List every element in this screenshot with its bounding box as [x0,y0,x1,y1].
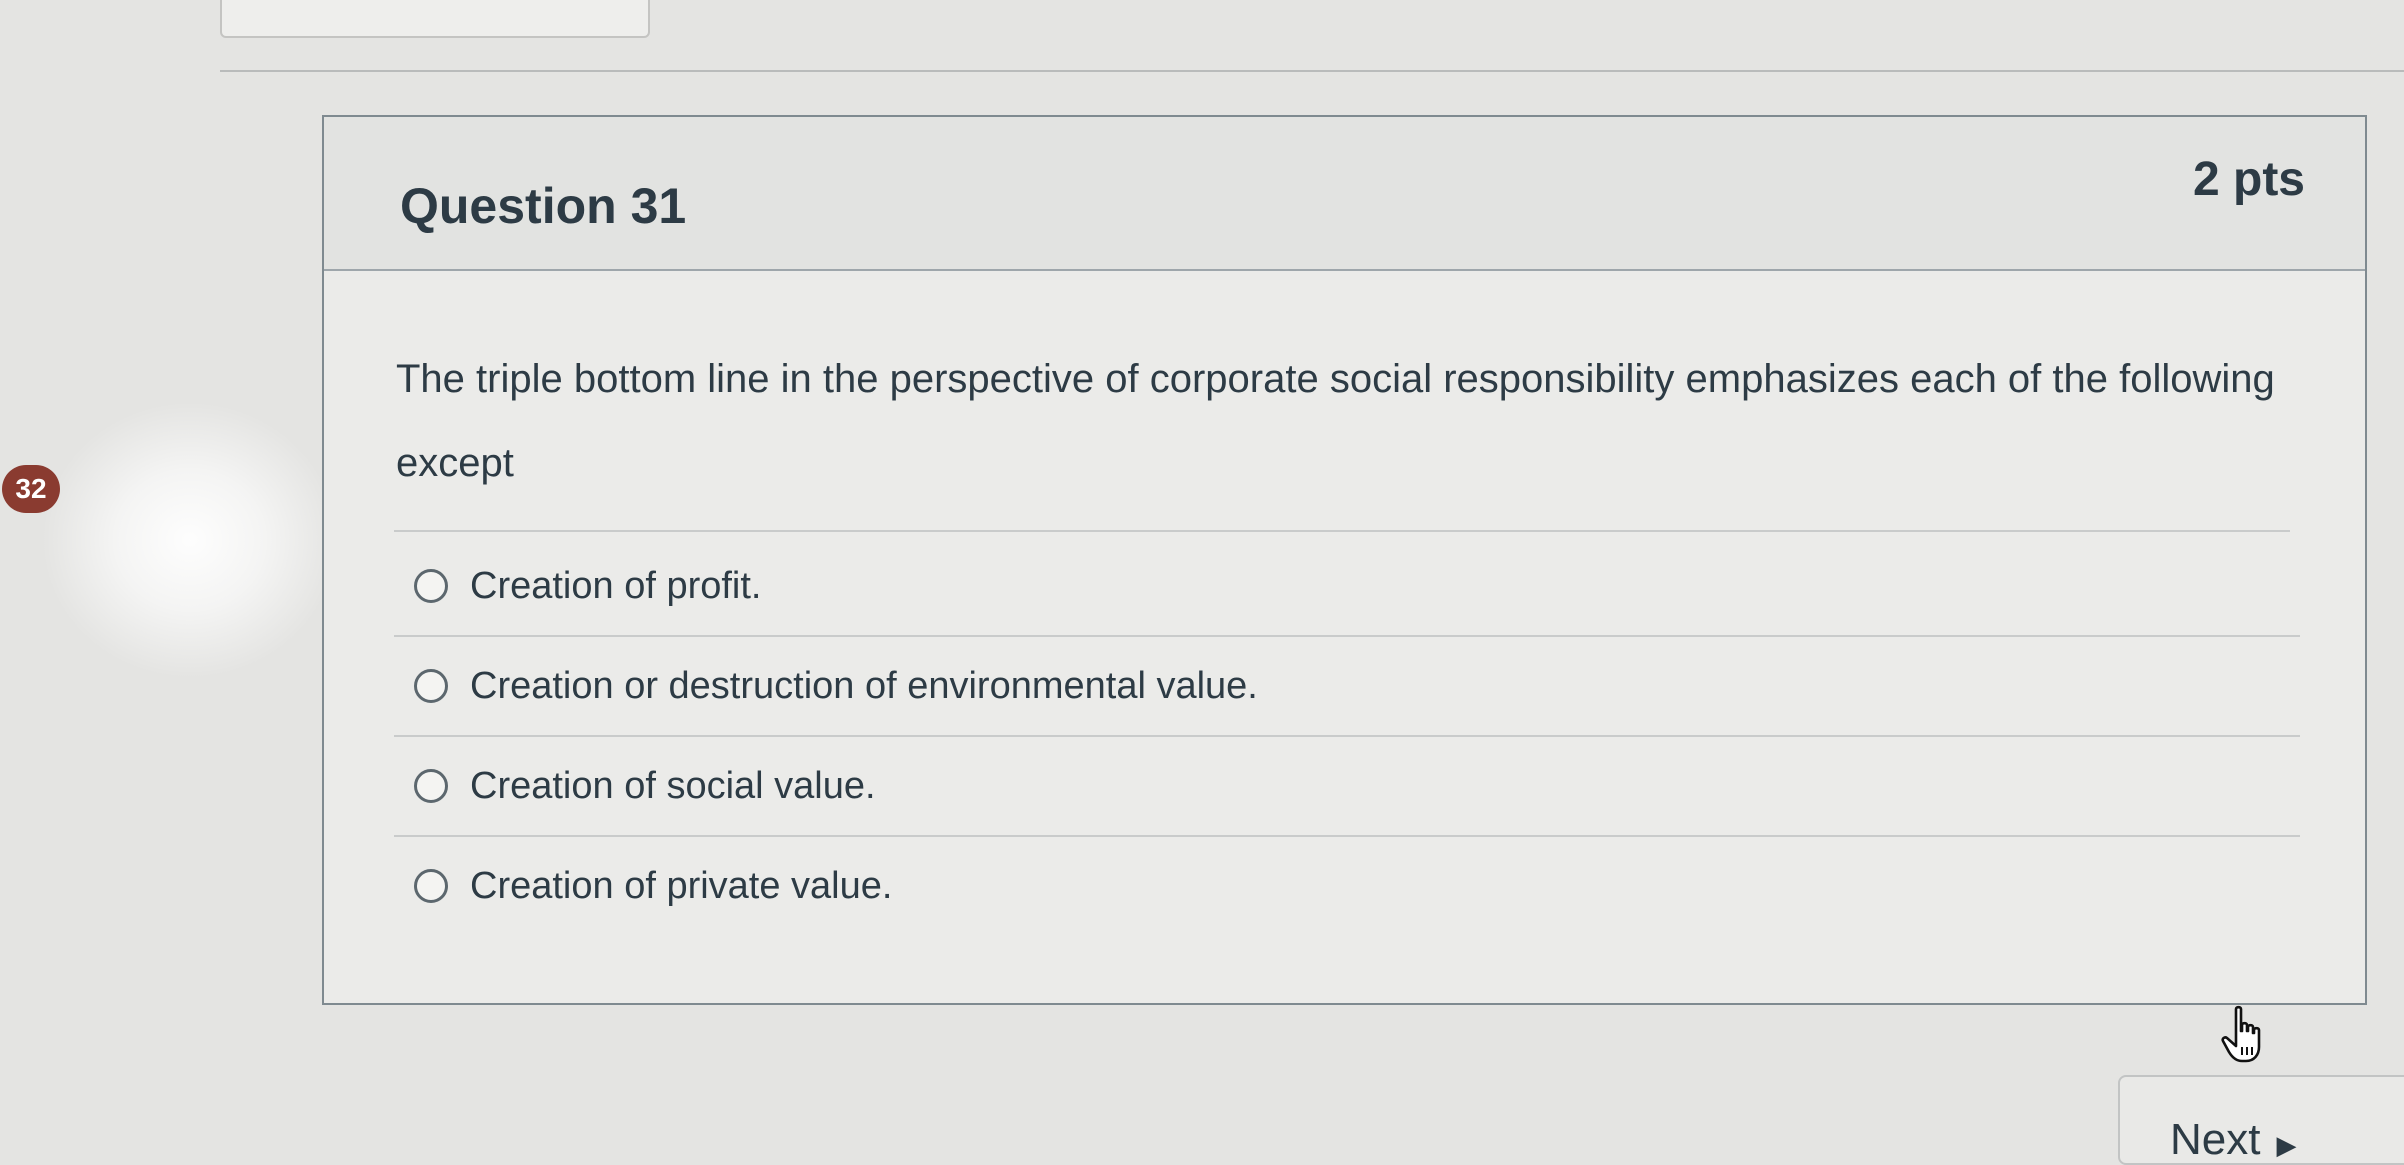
answer-list: Creation of profit. Creation or destruct… [394,537,2300,935]
question-header: Question 31 2 pts [324,117,2365,271]
show-instructions-button[interactable] [220,0,650,38]
question-number-badge[interactable]: 32 [2,465,60,513]
radio-button[interactable] [414,869,448,903]
question-text: The triple bottom line in the perspectiv… [396,357,2275,485]
triangle-right-icon: ▶ [2276,1130,2297,1160]
answer-label[interactable]: Creation of profit. [470,565,761,608]
radio-button[interactable] [414,769,448,803]
answer-option[interactable]: Creation or destruction of environmental… [394,637,2300,737]
answer-option[interactable]: Creation of private value. [394,837,2300,935]
radio-button[interactable] [414,569,448,603]
question-title: Question 31 [400,178,687,234]
answer-option[interactable]: Creation of social value. [394,737,2300,837]
question-divider [394,530,2290,532]
hand-pointer-icon [2221,1005,2261,1063]
screen-glare [40,400,340,680]
header-divider [220,70,2404,72]
question-points: 2 pts [2192,153,2305,206]
next-button[interactable]: Next ▶ [2118,1075,2404,1165]
question-card: Question 31 2 pts The triple bottom line… [322,115,2367,1005]
answer-label[interactable]: Creation of social value. [470,765,876,808]
answer-option[interactable]: Creation of profit. [394,537,2300,637]
answer-label[interactable]: Creation or destruction of environmental… [470,665,1258,708]
radio-button[interactable] [414,669,448,703]
answer-label[interactable]: Creation of private value. [470,865,892,908]
